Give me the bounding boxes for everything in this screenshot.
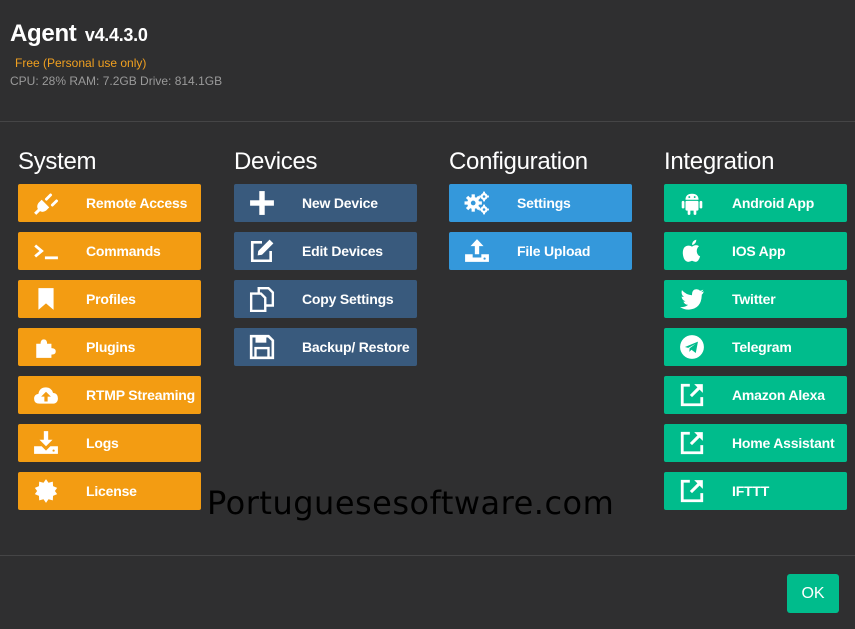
plugins-label: Plugins [86, 339, 136, 355]
edit-devices-label: Edit Devices [302, 243, 383, 259]
profiles-button[interactable]: Profiles [18, 280, 201, 318]
configuration-section: Configuration Settings File Upload [449, 148, 632, 280]
gears-icon [462, 190, 492, 216]
settings-button[interactable]: Settings [449, 184, 632, 222]
license-status: Free (Personal use only) [15, 56, 147, 70]
system-stats: CPU: 28% RAM: 7.2GB Drive: 814.1GB [10, 74, 223, 88]
app-title: Agent v4.4.3.0 [10, 20, 222, 48]
bookmark-icon [31, 286, 61, 312]
terminal-icon [31, 238, 61, 264]
home-assistant-button[interactable]: Home Assistant [664, 424, 847, 462]
home-assistant-label: Home Assistant [732, 435, 835, 451]
copy-settings-label: Copy Settings [302, 291, 394, 307]
upload-icon [462, 238, 492, 264]
android-app-button[interactable]: Android App [664, 184, 847, 222]
twitter-icon [677, 286, 707, 312]
logs-button[interactable]: Logs [18, 424, 201, 462]
plus-icon [247, 190, 277, 216]
footer-divider [0, 555, 855, 556]
license-label: License [86, 483, 137, 499]
integration-title: Integration [664, 148, 775, 175]
backup-restore-label: Backup/ Restore [302, 339, 410, 355]
new-device-label: New Device [302, 195, 378, 211]
ifttt-label: IFTTT [732, 483, 770, 499]
commands-label: Commands [86, 243, 161, 259]
apple-icon [677, 238, 707, 264]
settings-label: Settings [517, 195, 571, 211]
android-app-label: Android App [732, 195, 815, 211]
system-section: System Remote Access Commands Profiles P… [18, 148, 201, 520]
rtmp-streaming-button[interactable]: RTMP Streaming [18, 376, 201, 414]
telegram-icon [677, 334, 707, 360]
remote-access-button[interactable]: Remote Access [18, 184, 201, 222]
logs-label: Logs [86, 435, 119, 451]
file-upload-label: File Upload [517, 243, 591, 259]
cloud-upload-icon [31, 382, 61, 408]
app-header: Agent v4.4.3.0 Free (Personal use only) … [10, 20, 222, 88]
new-device-button[interactable]: New Device [234, 184, 417, 222]
puzzle-icon [31, 334, 61, 360]
app-name: Agent [10, 20, 77, 47]
amazon-alexa-button[interactable]: Amazon Alexa [664, 376, 847, 414]
twitter-label: Twitter [732, 291, 776, 307]
ifttt-button[interactable]: IFTTT [664, 472, 847, 510]
file-upload-button[interactable]: File Upload [449, 232, 632, 270]
certificate-icon [31, 478, 61, 504]
twitter-button[interactable]: Twitter [664, 280, 847, 318]
remote-access-label: Remote Access [86, 195, 188, 211]
ios-app-label: IOS App [732, 243, 786, 259]
edit-devices-button[interactable]: Edit Devices [234, 232, 417, 270]
copy-icon [247, 286, 277, 312]
header-divider [0, 121, 855, 122]
floppy-disk-icon [247, 334, 277, 360]
devices-title: Devices [234, 148, 318, 175]
integration-section: Integration Android App IOS App Twitter … [664, 148, 847, 520]
plug-icon [31, 190, 61, 216]
telegram-button[interactable]: Telegram [664, 328, 847, 366]
system-title: System [18, 148, 97, 175]
android-icon [677, 190, 707, 216]
watermark-text: Portuguesesoftware.com [207, 484, 615, 522]
ok-button[interactable]: OK [787, 574, 839, 613]
profiles-label: Profiles [86, 291, 136, 307]
rtmp-streaming-label: RTMP Streaming [86, 387, 195, 403]
download-icon [31, 430, 61, 456]
license-button[interactable]: License [18, 472, 201, 510]
external-link-icon [677, 382, 707, 408]
backup-restore-button[interactable]: Backup/ Restore [234, 328, 417, 366]
external-link-icon [677, 478, 707, 504]
amazon-alexa-label: Amazon Alexa [732, 387, 825, 403]
devices-section: Devices New Device Edit Devices Copy Set… [234, 148, 417, 376]
edit-icon [247, 238, 277, 264]
telegram-label: Telegram [732, 339, 792, 355]
external-link-icon [677, 430, 707, 456]
app-version: v4.4.3.0 [84, 25, 148, 45]
copy-settings-button[interactable]: Copy Settings [234, 280, 417, 318]
configuration-title: Configuration [449, 148, 588, 175]
ios-app-button[interactable]: IOS App [664, 232, 847, 270]
commands-button[interactable]: Commands [18, 232, 201, 270]
plugins-button[interactable]: Plugins [18, 328, 201, 366]
